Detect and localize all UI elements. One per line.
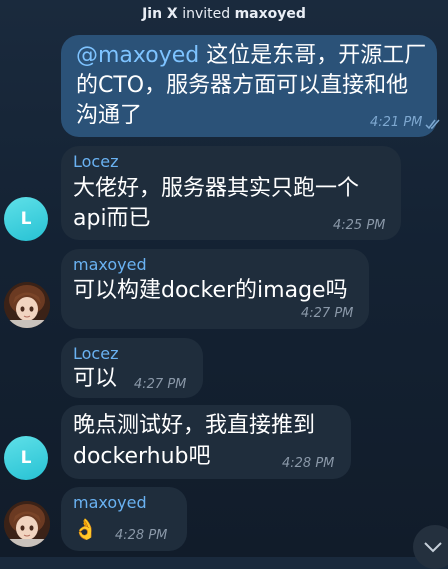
message-text: 大佬好，服务器其实只跑一个 xyxy=(73,176,360,201)
message-time: 4:28 PM xyxy=(282,456,335,471)
message-time: 4:28 PM xyxy=(115,528,168,543)
message-bubble-incoming[interactable]: maxoyed 👌 4:28 PM xyxy=(61,487,187,551)
avatar[interactable] xyxy=(4,501,50,547)
message-bubble-incoming[interactable]: Locez 可以 4:27 PM xyxy=(61,338,203,398)
message-text: 可以构建docker的image吗 xyxy=(73,278,348,303)
message-time: 4:25 PM xyxy=(333,218,386,233)
sender-name[interactable]: maxoyed xyxy=(73,493,147,513)
mention-link[interactable]: @maxoyed xyxy=(76,43,199,68)
avatar[interactable]: L xyxy=(4,436,48,480)
invitee-name[interactable]: maxoyed xyxy=(235,6,306,22)
double-check-icon xyxy=(425,115,441,134)
service-message: Jin X invited maxoyed xyxy=(0,3,448,25)
service-verb: invited xyxy=(182,6,231,22)
inviter-name[interactable]: Jin X xyxy=(142,6,178,22)
sender-name[interactable]: Locez xyxy=(73,344,118,364)
message-bubble-incoming[interactable]: 晚点测试好，我直接推到 dockerhub吧 4:28 PM xyxy=(61,405,351,479)
chevron-down-icon xyxy=(423,538,443,557)
avatar[interactable]: L xyxy=(4,197,48,241)
message-bubble-incoming[interactable]: maxoyed 可以构建docker的image吗 4:27 PM xyxy=(61,249,369,329)
emoji-message: 👌 xyxy=(73,517,98,541)
message-text: 晚点测试好，我直接推到 xyxy=(73,413,316,438)
sender-name[interactable]: Locez xyxy=(73,152,118,172)
message-text: 的CTO，服务器方面可以直接和他 xyxy=(76,73,409,98)
message-text: 沟通了 xyxy=(76,103,143,128)
message-bubble-outgoing[interactable]: @maxoyed 这位是东哥，开源工厂 的CTO，服务器方面可以直接和他 沟通了… xyxy=(61,35,440,137)
message-text: @maxoyed 这位是东哥，开源工厂 xyxy=(76,43,427,68)
message-time: 4:21 PM xyxy=(370,115,423,130)
scroll-down-button[interactable] xyxy=(413,525,448,569)
message-time: 4:27 PM xyxy=(134,377,187,392)
message-text: api而已 xyxy=(73,206,151,231)
message-bubble-incoming[interactable]: Locez 大佬好，服务器其实只跑一个 api而已 4:25 PM xyxy=(61,146,401,240)
message-time: 4:27 PM xyxy=(301,306,354,321)
sender-name[interactable]: maxoyed xyxy=(73,255,147,275)
avatar[interactable] xyxy=(4,282,50,328)
message-text: 可以 xyxy=(73,366,118,391)
message-text: dockerhub吧 xyxy=(73,444,211,469)
